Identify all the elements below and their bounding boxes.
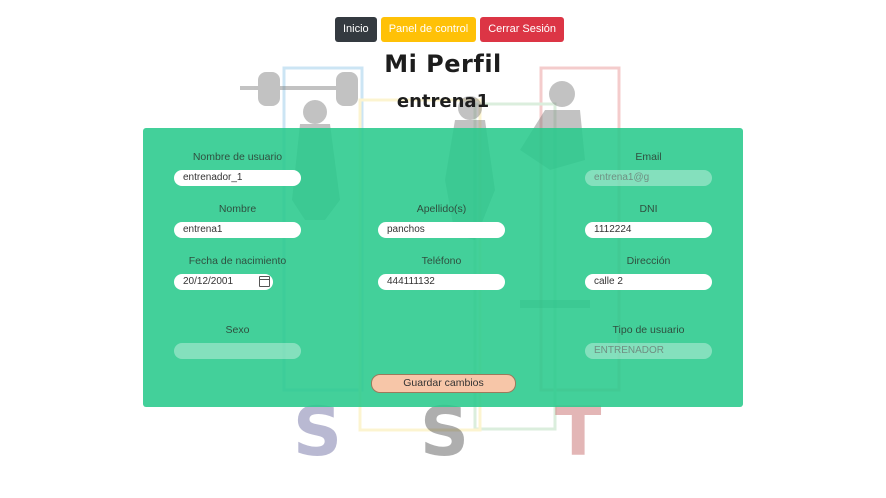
save-button[interactable]: Guardar cambios bbox=[371, 374, 516, 393]
nombre-label: Nombre bbox=[218, 203, 257, 215]
calendar-icon[interactable] bbox=[259, 276, 270, 287]
field-sexo: Sexo bbox=[174, 323, 301, 359]
field-dni: DNI 1112224 bbox=[585, 202, 712, 238]
direccion-label: Dirección bbox=[626, 255, 671, 267]
field-tipo: Tipo de usuario ENTRENADOR bbox=[585, 323, 712, 359]
field-email: Email entrena1@g bbox=[585, 150, 712, 186]
cerrar-sesion-button[interactable]: Cerrar Sesión bbox=[480, 17, 565, 42]
apellidos-input[interactable]: panchos bbox=[378, 222, 505, 238]
dni-label: DNI bbox=[639, 203, 658, 215]
field-usuario: Nombre de usuario entrenador_1 bbox=[174, 150, 301, 186]
page-subtitle: entrena1 bbox=[396, 91, 490, 112]
field-nombre: Nombre entrena1 bbox=[174, 202, 301, 238]
sexo-label: Sexo bbox=[225, 324, 250, 336]
sexo-select[interactable] bbox=[174, 343, 301, 359]
nombre-input[interactable]: entrena1 bbox=[174, 222, 301, 238]
apellidos-label: Apellido(s) bbox=[416, 203, 467, 215]
dni-input[interactable]: 1112224 bbox=[585, 222, 712, 238]
field-fecha: Fecha de nacimiento 20/12/2001 bbox=[174, 254, 301, 290]
fecha-input[interactable]: 20/12/2001 bbox=[174, 274, 273, 290]
profile-form-panel: Nombre de usuario entrenador_1 Email ent… bbox=[143, 128, 743, 407]
fecha-label: Fecha de nacimiento bbox=[188, 255, 287, 267]
tipo-input[interactable]: ENTRENADOR bbox=[585, 343, 712, 359]
page-title: Mi Perfil bbox=[384, 50, 502, 78]
email-label: Email bbox=[635, 151, 662, 163]
inicio-button[interactable]: Inicio bbox=[335, 17, 377, 42]
usuario-label: Nombre de usuario bbox=[192, 151, 283, 163]
field-apellidos: Apellido(s) panchos bbox=[378, 202, 505, 238]
field-telefono: Teléfono 444111132 bbox=[378, 254, 505, 290]
tipo-label: Tipo de usuario bbox=[612, 324, 685, 336]
usuario-input[interactable]: entrenador_1 bbox=[174, 170, 301, 186]
fecha-value: 20/12/2001 bbox=[183, 276, 234, 287]
panel-de-control-button[interactable]: Panel de control bbox=[380, 17, 477, 42]
field-direccion: Dirección calle 2 bbox=[585, 254, 712, 290]
direccion-input[interactable]: calle 2 bbox=[585, 274, 712, 290]
telefono-input[interactable]: 444111132 bbox=[378, 274, 505, 290]
top-nav: Inicio Panel de control Cerrar Sesión bbox=[335, 17, 565, 42]
email-input[interactable]: entrena1@g bbox=[585, 170, 712, 186]
telefono-label: Teléfono bbox=[421, 255, 462, 267]
